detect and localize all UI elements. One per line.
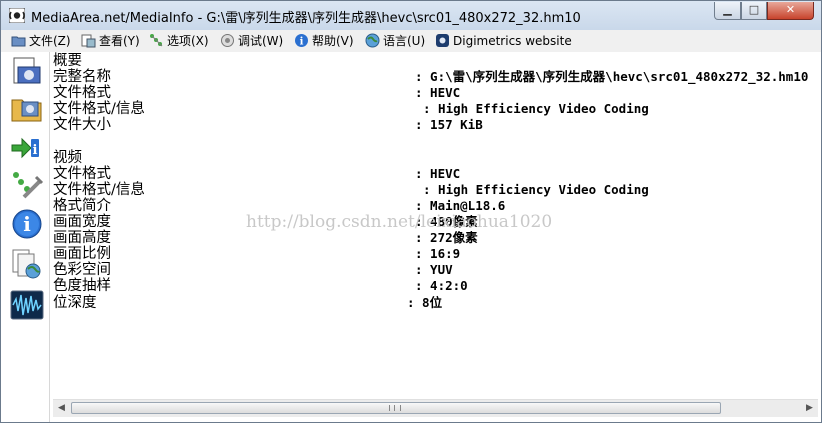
export-info-icon[interactable]: i — [10, 132, 44, 164]
waveform-icon[interactable] — [10, 289, 44, 321]
info-row-label: 概要 — [53, 53, 82, 69]
info-row-value: : High Efficiency Video Coding — [423, 101, 649, 117]
menu-digimetrics[interactable]: Digimetrics website — [435, 33, 572, 49]
info-row-label: 文件格式 — [53, 85, 111, 102]
svg-text:i: i — [23, 212, 31, 236]
open-file-icon[interactable] — [10, 55, 44, 87]
watermark-text: http://blog.csdn.net/leixiaohua1020 — [246, 212, 553, 232]
info-row-label: 色彩空间 — [53, 262, 111, 279]
info-row-label: 文件格式 — [53, 165, 111, 182]
info-row-value: : YUV — [415, 262, 453, 278]
menu-help-label: 帮助(V) — [312, 34, 354, 48]
info-row-label: 画面宽度 — [53, 214, 111, 230]
close-button[interactable]: ✕ — [767, 2, 814, 20]
web-icon[interactable] — [10, 248, 44, 280]
folder-icon — [11, 36, 26, 47]
horizontal-scrollbar[interactable]: ◀ ▶ — [53, 399, 818, 417]
info-row-label: 文件格式/信息 — [53, 181, 145, 198]
info-row-value: : 4:2:0 — [415, 278, 468, 294]
menu-bar: 文件(Z) 查看(Y) 选项(X) 调试(W) i 帮助(V) 语言(U) Dig… — [1, 30, 821, 53]
about-icon[interactable]: i — [10, 208, 44, 240]
info-row-value: : 157 KiB — [415, 117, 483, 133]
info-row-value: : 16:9 — [415, 246, 461, 262]
info-row-label: 画面比例 — [53, 246, 111, 263]
menu-language-label: 语言(U) — [383, 34, 426, 48]
menu-options[interactable]: 选项(X) — [149, 33, 209, 49]
globe-icon — [365, 33, 380, 48]
info-row-value: : High Efficiency Video Coding — [423, 181, 649, 197]
open-folder-icon[interactable] — [10, 92, 44, 124]
menu-debug-label: 调试(W) — [238, 34, 284, 48]
scroll-right-button[interactable]: ▶ — [801, 400, 818, 417]
mediainfo-app-icon — [9, 8, 25, 23]
menu-digimetrics-label: Digimetrics website — [453, 34, 572, 48]
info-row-label: 视频 — [53, 149, 82, 166]
preferences-icon[interactable] — [10, 169, 44, 201]
menu-help[interactable]: i 帮助(V) — [294, 33, 354, 49]
scroll-thumb[interactable] — [71, 402, 721, 414]
info-row-label: 位深度 — [53, 294, 97, 311]
scroll-grip — [389, 405, 401, 411]
options-icon — [150, 34, 163, 47]
menu-file[interactable]: 文件(Z) — [11, 33, 71, 49]
info-row-label: 完整名称 — [53, 69, 111, 86]
info-row-label: 文件大小 — [53, 117, 111, 134]
svg-text:i: i — [33, 143, 38, 158]
menu-debug[interactable]: 调试(W) — [220, 33, 283, 49]
info-row-value: : 272像素 — [415, 230, 478, 246]
scroll-left-button[interactable]: ◀ — [53, 400, 70, 417]
menu-view[interactable]: 查看(Y) — [81, 33, 140, 49]
info-row-value: : G:\雷\序列生成器\序列生成器\hevc\src01_480x272_32… — [415, 69, 809, 85]
info-row-value: : HEVC — [415, 165, 461, 181]
menu-options-label: 选项(X) — [167, 34, 209, 48]
info-row-label: 格式简介 — [53, 197, 111, 214]
info-row-label: 色度抽样 — [53, 278, 111, 295]
window-title: MediaArea.net/MediaInfo - G:\雷\序列生成器\序列生… — [31, 11, 581, 26]
menu-view-label: 查看(Y) — [99, 34, 140, 48]
info-text-area[interactable]: 概要 完整名称 : G:\雷\序列生成器\序列生成器\hevc\src01_480x… — [50, 52, 821, 398]
maximize-button[interactable]: □ — [741, 2, 767, 20]
digimetrics-icon — [436, 34, 449, 47]
menu-file-label: 文件(Z) — [29, 34, 71, 48]
info-row-label: 画面高度 — [53, 230, 111, 247]
help-icon: i — [295, 34, 308, 48]
minimize-button[interactable]: ▁ — [714, 2, 741, 20]
view-icon — [81, 34, 96, 48]
debug-icon — [221, 34, 234, 47]
title-bar[interactable]: MediaArea.net/MediaInfo - G:\雷\序列生成器\序列生… — [1, 1, 821, 30]
svg-text:i: i — [300, 37, 304, 48]
info-row-label: 文件格式/信息 — [53, 101, 145, 118]
info-row-value: : HEVC — [415, 85, 461, 101]
mediainfo-window: MediaArea.net/MediaInfo - G:\雷\序列生成器\序列生… — [0, 0, 822, 423]
sidebar-toolbar: i i — [1, 52, 50, 422]
info-row-value: : 8位 — [407, 294, 443, 310]
menu-language[interactable]: 语言(U) — [365, 33, 425, 49]
